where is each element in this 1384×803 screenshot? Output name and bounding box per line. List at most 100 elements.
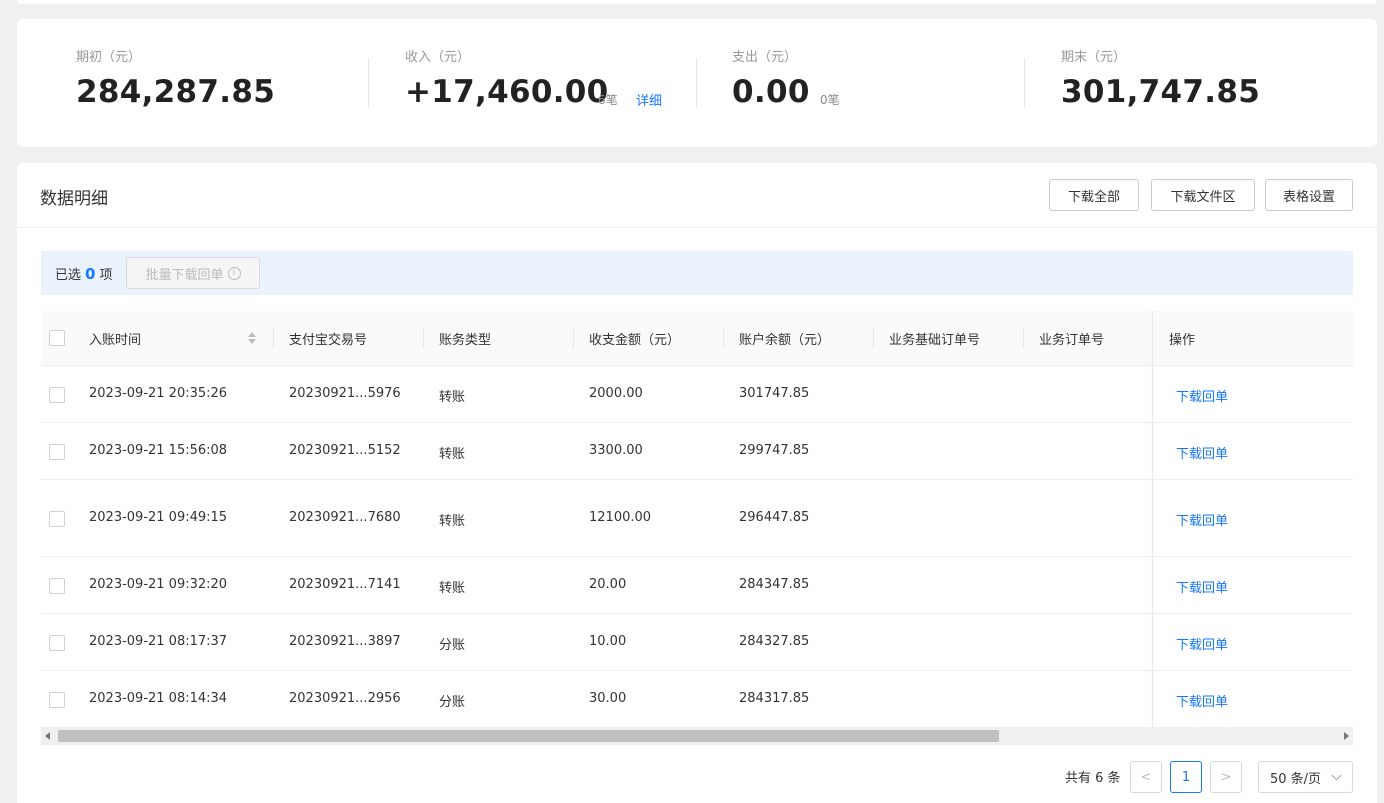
stat-expense-value: 0.00 <box>732 74 810 110</box>
selection-bar: 已选 0 项 批量下载回单 i <box>41 251 1353 295</box>
col-separator <box>573 327 574 349</box>
selection-summary: 已选 0 项 <box>55 264 112 283</box>
batch-download-button[interactable]: 批量下载回单 i <box>126 257 260 289</box>
stat-closing-value: 301,747.85 <box>1061 74 1261 110</box>
fixed-column-shadow <box>1152 311 1153 727</box>
prev-page-button[interactable]: < <box>1130 761 1162 793</box>
download-receipt-link[interactable]: 下载回单 <box>1176 386 1228 405</box>
cell-amount: 10.00 <box>589 634 627 649</box>
cell-balance: 301747.85 <box>739 386 810 401</box>
selection-prefix: 已选 <box>55 268 82 283</box>
col-header-order: 业务订单号 <box>1039 333 1105 348</box>
income-detail-link[interactable]: 详细 <box>636 90 662 109</box>
next-page-button[interactable]: > <box>1210 761 1242 793</box>
stat-expense-count: 0笔 <box>820 93 840 107</box>
summary-panel: 期初（元） 284,287.85 收入（元） +17,460.00 6笔 详细 … <box>17 19 1377 147</box>
stat-expense-label: 支出（元） <box>732 50 798 65</box>
col-header-type: 账务类型 <box>439 333 492 348</box>
detail-header: 数据明细 下载全部 下载文件区 表格设置 <box>17 163 1377 228</box>
cell-type: 转账 <box>439 581 466 596</box>
detail-panel: 数据明细 下载全部 下载文件区 表格设置 已选 0 项 批量下载回单 i 入账时间 … <box>17 163 1377 803</box>
page-size-label: 50 条/页 <box>1270 771 1322 787</box>
divider <box>696 58 697 108</box>
cell-amount: 2000.00 <box>589 386 643 401</box>
col-header-amount: 收支金额（元） <box>589 333 681 348</box>
download-receipt-link[interactable]: 下载回单 <box>1176 634 1228 653</box>
table-row: 2023-09-21 08:14:34 20230921...2956 分账 3… <box>41 671 1353 727</box>
divider <box>368 58 369 108</box>
cell-type: 分账 <box>439 695 466 710</box>
select-all-checkbox[interactable] <box>49 330 65 346</box>
stat-income-label: 收入（元） <box>405 50 471 65</box>
table-row: 2023-09-21 09:49:15 20230921...7680 转账 1… <box>41 480 1353 557</box>
cell-type: 转账 <box>439 390 466 405</box>
col-separator <box>723 327 724 349</box>
scrollbar-thumb[interactable] <box>58 730 999 742</box>
download-files-button[interactable]: 下载文件区 <box>1151 179 1255 211</box>
col-separator <box>273 327 274 349</box>
batch-download-label: 批量下载回单 <box>145 267 224 283</box>
cell-type: 转账 <box>439 447 466 462</box>
selection-suffix: 项 <box>99 268 113 283</box>
download-receipt-link[interactable]: 下载回单 <box>1176 691 1228 710</box>
row-checkbox[interactable] <box>49 511 65 527</box>
download-receipt-link[interactable]: 下载回单 <box>1176 577 1228 596</box>
scroll-left-icon[interactable] <box>45 732 50 740</box>
info-icon: i <box>227 266 241 280</box>
page-size-select[interactable]: 50 条/页 <box>1258 761 1353 793</box>
page-1-button[interactable]: 1 <box>1170 761 1202 793</box>
col-header-trade-no: 支付宝交易号 <box>289 333 368 348</box>
col-header-action: 操作 <box>1169 333 1196 348</box>
col-header-base-order: 业务基础订单号 <box>889 333 981 348</box>
stat-income-count: 6笔 <box>598 93 618 107</box>
cell-balance: 284347.85 <box>739 577 810 592</box>
cell-amount: 3300.00 <box>589 443 643 458</box>
download-receipt-link[interactable]: 下载回单 <box>1176 443 1228 462</box>
row-checkbox[interactable] <box>49 387 65 403</box>
detail-title: 数据明细 <box>40 189 108 209</box>
cell-type: 转账 <box>439 514 466 529</box>
download-receipt-link[interactable]: 下载回单 <box>1176 510 1228 529</box>
table-header: 入账时间 支付宝交易号 账务类型 收支金额（元） 账户余额（元） 业务基础订单号… <box>41 311 1353 366</box>
table-settings-button[interactable]: 表格设置 <box>1265 179 1353 211</box>
chevron-down-icon <box>1331 770 1342 781</box>
cell-time: 2023-09-21 15:56:08 <box>89 443 228 458</box>
cell-time: 2023-09-21 08:17:37 <box>89 634 228 649</box>
row-checkbox[interactable] <box>49 444 65 460</box>
cell-amount: 12100.00 <box>589 510 652 525</box>
cell-time: 2023-09-21 09:32:20 <box>89 577 228 592</box>
col-separator <box>1023 327 1024 349</box>
cell-amount: 20.00 <box>589 577 627 592</box>
table-row: 2023-09-21 15:56:08 20230921...5152 转账 3… <box>41 423 1353 480</box>
cell-time: 2023-09-21 09:49:15 <box>89 510 228 525</box>
cell-trade-no: 20230921...2956 <box>289 691 401 706</box>
cell-balance: 284317.85 <box>739 691 810 706</box>
stat-income-value: +17,460.00 <box>405 74 609 110</box>
col-separator <box>873 327 874 349</box>
data-table: 入账时间 支付宝交易号 账务类型 收支金额（元） 账户余额（元） 业务基础订单号… <box>41 311 1353 727</box>
cell-amount: 30.00 <box>589 691 627 706</box>
cell-trade-no: 20230921...7680 <box>289 510 401 525</box>
scroll-right-icon[interactable] <box>1344 732 1349 740</box>
col-header-balance: 账户余额（元） <box>739 333 831 348</box>
cell-balance: 296447.85 <box>739 510 810 525</box>
row-checkbox[interactable] <box>49 578 65 594</box>
cell-time: 2023-09-21 08:14:34 <box>89 691 228 706</box>
cell-trade-no: 20230921...3897 <box>289 634 401 649</box>
stat-opening-value: 284,287.85 <box>76 74 276 110</box>
table-row: 2023-09-21 08:17:37 20230921...3897 分账 1… <box>41 614 1353 671</box>
col-separator <box>423 327 424 349</box>
table-row: 2023-09-21 20:35:26 20230921...5976 转账 2… <box>41 366 1353 423</box>
horizontal-scrollbar[interactable] <box>41 727 1353 745</box>
col-header-time: 入账时间 <box>89 333 142 348</box>
cell-trade-no: 20230921...5976 <box>289 386 401 401</box>
cell-type: 分账 <box>439 638 466 653</box>
cell-balance: 284327.85 <box>739 634 810 649</box>
pagination-total: 共有 6 条 <box>1065 771 1121 786</box>
selection-count: 0 <box>85 265 96 283</box>
download-all-button[interactable]: 下载全部 <box>1049 179 1139 211</box>
row-checkbox[interactable] <box>49 635 65 651</box>
sort-icon[interactable] <box>248 332 256 346</box>
cell-trade-no: 20230921...5152 <box>289 443 401 458</box>
row-checkbox[interactable] <box>49 692 65 708</box>
